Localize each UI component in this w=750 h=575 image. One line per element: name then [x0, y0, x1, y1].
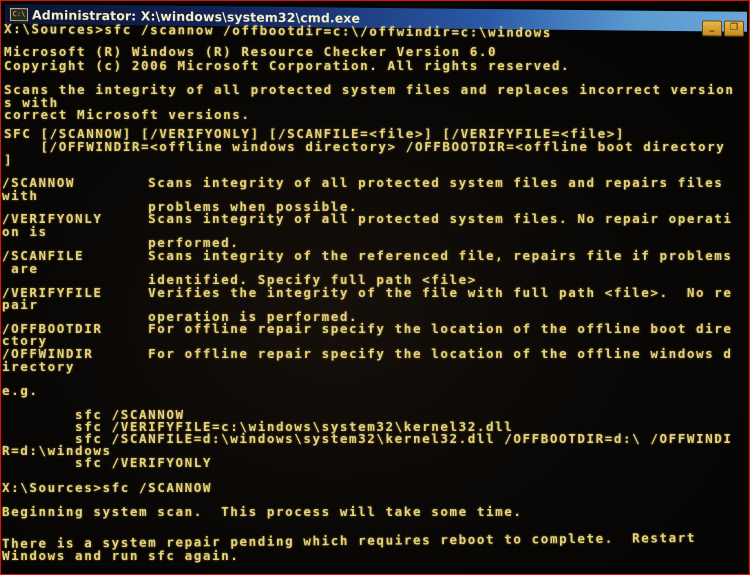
- option-line: /VERIFYONLY Scans integrity of all prote…: [2, 211, 733, 226]
- console-output[interactable]: X:\Sources>sfc /scannow /offbootdir=c:\/…: [1, 21, 749, 574]
- status-line: Beginning system scan. This process will…: [2, 504, 523, 519]
- option-line: irectory: [2, 359, 76, 374]
- option-line: /OFFBOOTDIR For offline repair specify t…: [2, 321, 733, 336]
- command-line: X:\Sources>sfc /scannow /offbootdir=c:\/…: [3, 21, 552, 40]
- option-line: /VERIFYFILE Verifies the integrity of th…: [2, 285, 733, 300]
- example-line: sfc /VERIFYONLY: [2, 455, 213, 470]
- console-line: Scans the integrity of all protected sys…: [4, 82, 735, 97]
- option-line: /OFFWINDIR For offline repair specify th…: [2, 346, 733, 361]
- console-icon[interactable]: C:\: [10, 7, 28, 21]
- example-label: e.g.: [2, 383, 39, 398]
- usage-line: [/OFFWINDIR=<offline windows directory> …: [4, 139, 726, 154]
- console-line: Copyright (c) 2006 Microsoft Corporation…: [4, 58, 571, 73]
- option-line: /SCANNOW Scans integrity of all protecte…: [2, 175, 724, 190]
- command-line: X:\Sources>sfc /SCANNOW: [2, 480, 213, 495]
- console-line: Microsoft (R) Windows (R) Resource Check…: [4, 44, 498, 59]
- usage-line: ]: [4, 152, 14, 167]
- console-line: correct Microsoft versions.: [4, 107, 251, 122]
- status-line: Windows and run sfc again.: [2, 548, 240, 563]
- screen-photo: C:\ Administrator: X:\windows\system32\c…: [0, 0, 750, 575]
- option-line: /SCANFILE Scans integrity of the referen…: [2, 248, 733, 263]
